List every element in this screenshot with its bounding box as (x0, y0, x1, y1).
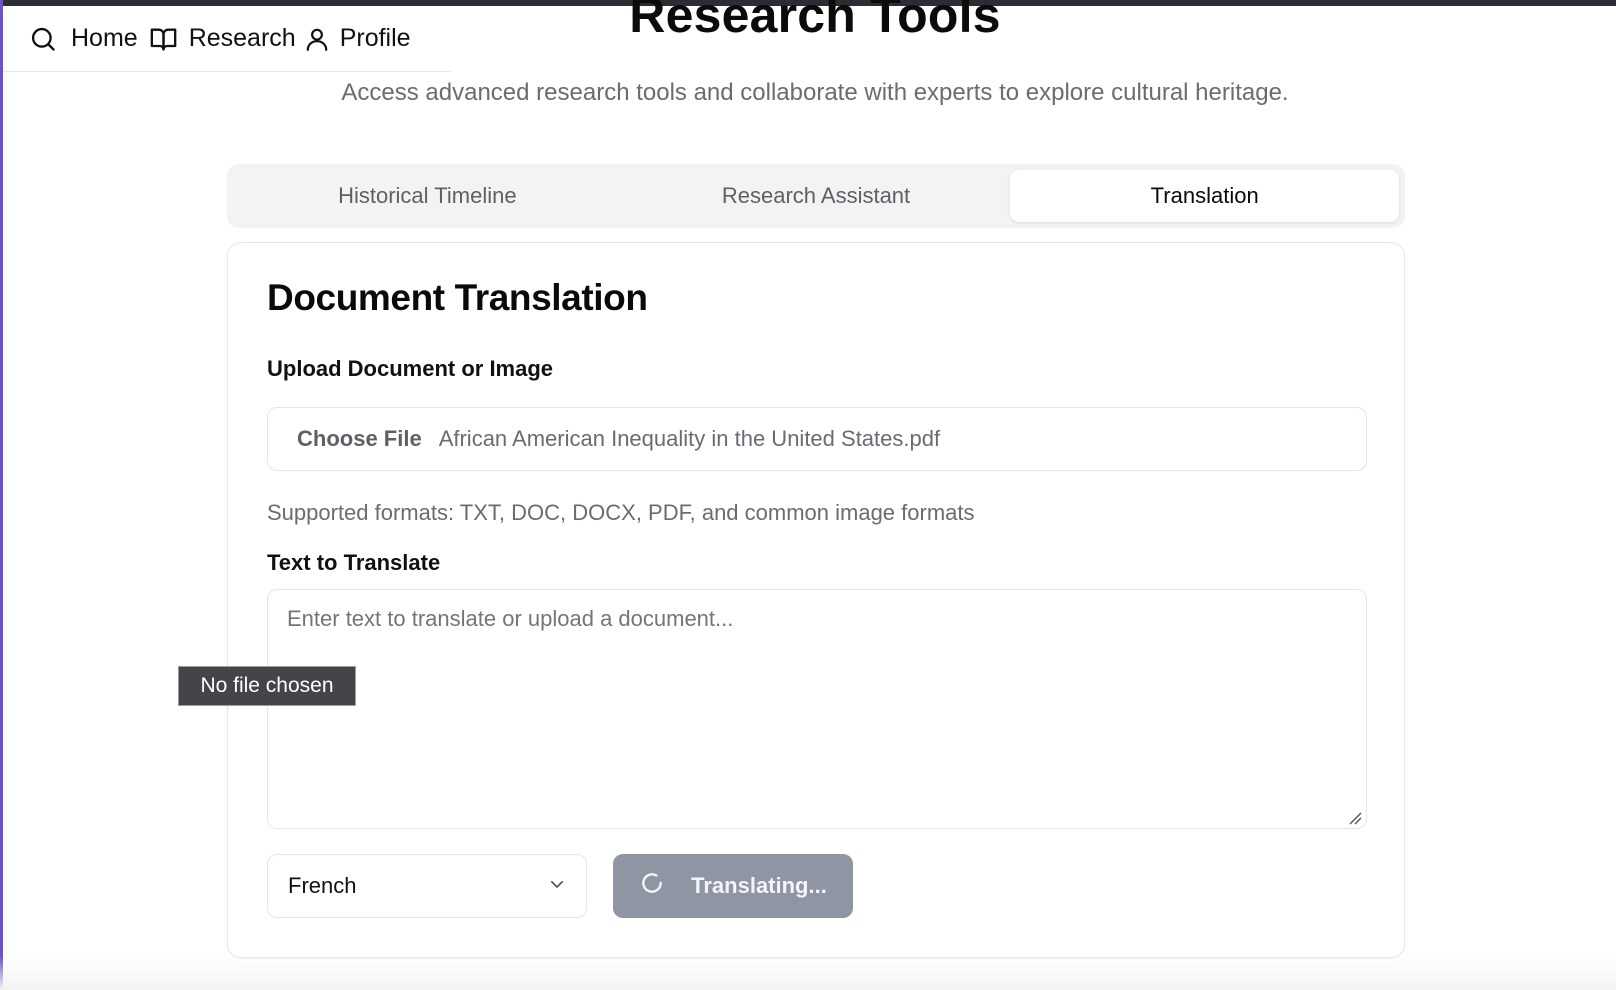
tab-bar: Historical Timeline Research Assistant T… (227, 164, 1405, 228)
text-to-translate-label: Text to Translate (267, 550, 441, 575)
file-upload-input[interactable]: Choose File African American Inequality … (267, 407, 1367, 471)
loading-spinner-icon (639, 870, 691, 902)
chevron-down-icon (548, 873, 566, 899)
translate-button-label: Translating... (691, 873, 827, 898)
nav-item-research[interactable]: Research (148, 24, 304, 53)
translate-button[interactable]: Translating... (613, 854, 853, 918)
text-to-translate-input[interactable] (267, 589, 1367, 829)
top-nav: Home Research Profile (3, 6, 451, 72)
target-language-select[interactable]: French (267, 854, 587, 918)
book-open-icon (148, 25, 179, 53)
bottom-fade (0, 956, 1616, 990)
resize-handle-icon[interactable] (1348, 811, 1362, 825)
nav-label-home: Home (71, 24, 138, 52)
window-left-edge (0, 0, 3, 990)
nav-label-research: Research (188, 24, 296, 52)
supported-formats-hint: Supported formats: TXT, DOC, DOCX, PDF, … (267, 500, 975, 525)
user-icon (304, 25, 330, 53)
card-title: Document Translation (267, 277, 648, 318)
search-icon (29, 25, 57, 53)
selected-language: French (288, 873, 357, 898)
selected-file-name: African American Inequality in the Unite… (438, 426, 941, 451)
choose-file-button[interactable]: Choose File (297, 426, 422, 452)
tab-historical-timeline[interactable]: Historical Timeline (233, 170, 622, 222)
upload-label: Upload Document or Image (267, 356, 554, 381)
tab-translation[interactable]: Translation (1010, 170, 1400, 222)
tab-research-assistant[interactable]: Research Assistant (622, 170, 1011, 222)
file-input-tooltip: No file chosen (178, 666, 356, 706)
nav-item-profile[interactable]: Profile (304, 24, 411, 53)
translation-card: Document Translation Upload Document or … (227, 242, 1405, 958)
nav-label-profile: Profile (339, 24, 411, 52)
nav-item-home[interactable]: Home (29, 24, 148, 53)
page-subtitle: Access advanced research tools and colla… (341, 79, 1289, 106)
